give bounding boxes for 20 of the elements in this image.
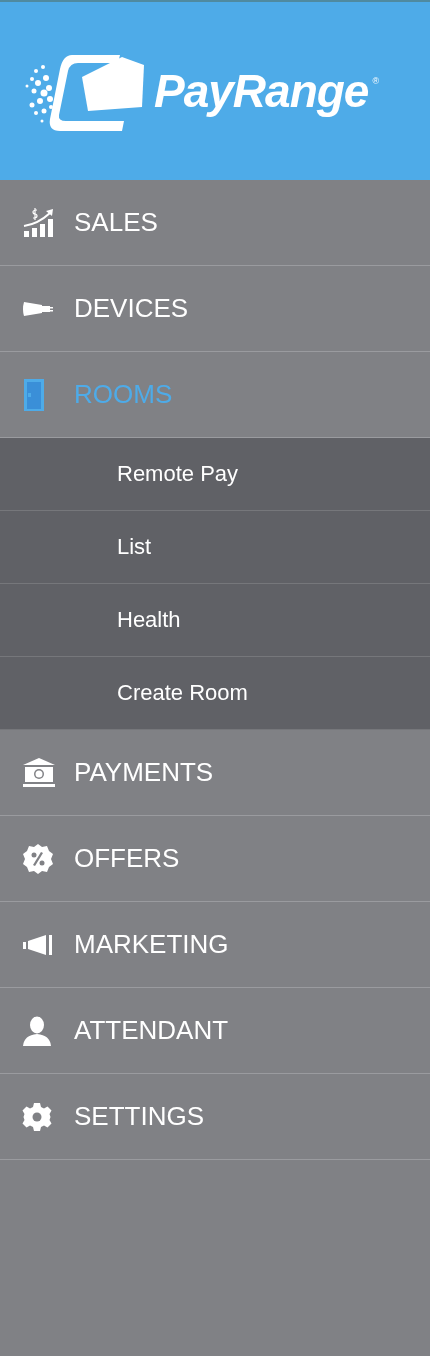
registered-mark: ®: [372, 76, 380, 86]
menu-label: OFFERS: [74, 843, 180, 874]
submenu-item[interactable]: List: [0, 511, 430, 584]
bank-icon: [22, 757, 56, 788]
menu-label: PAYMENTS: [74, 757, 214, 788]
menu-label: ROOMS: [74, 379, 173, 410]
submenu-item[interactable]: Create Room: [0, 657, 430, 730]
menu-label: ATTENDANT: [74, 1015, 229, 1046]
menu-label: MARKETING: [74, 929, 229, 960]
door-icon: [22, 377, 46, 412]
submenu-item[interactable]: Health: [0, 584, 430, 657]
sales-chart-icon: [22, 206, 56, 239]
settings-icon: [22, 1101, 52, 1132]
person-icon: [22, 1015, 52, 1046]
menu-label: SETTINGS: [74, 1101, 204, 1132]
brand-name: PayRange: [154, 64, 369, 118]
submenu-item[interactable]: Remote Pay: [0, 438, 430, 511]
percent-badge-icon: [22, 842, 54, 875]
menu-label: SALES: [74, 207, 158, 238]
menu-label: DEVICES: [74, 293, 189, 324]
